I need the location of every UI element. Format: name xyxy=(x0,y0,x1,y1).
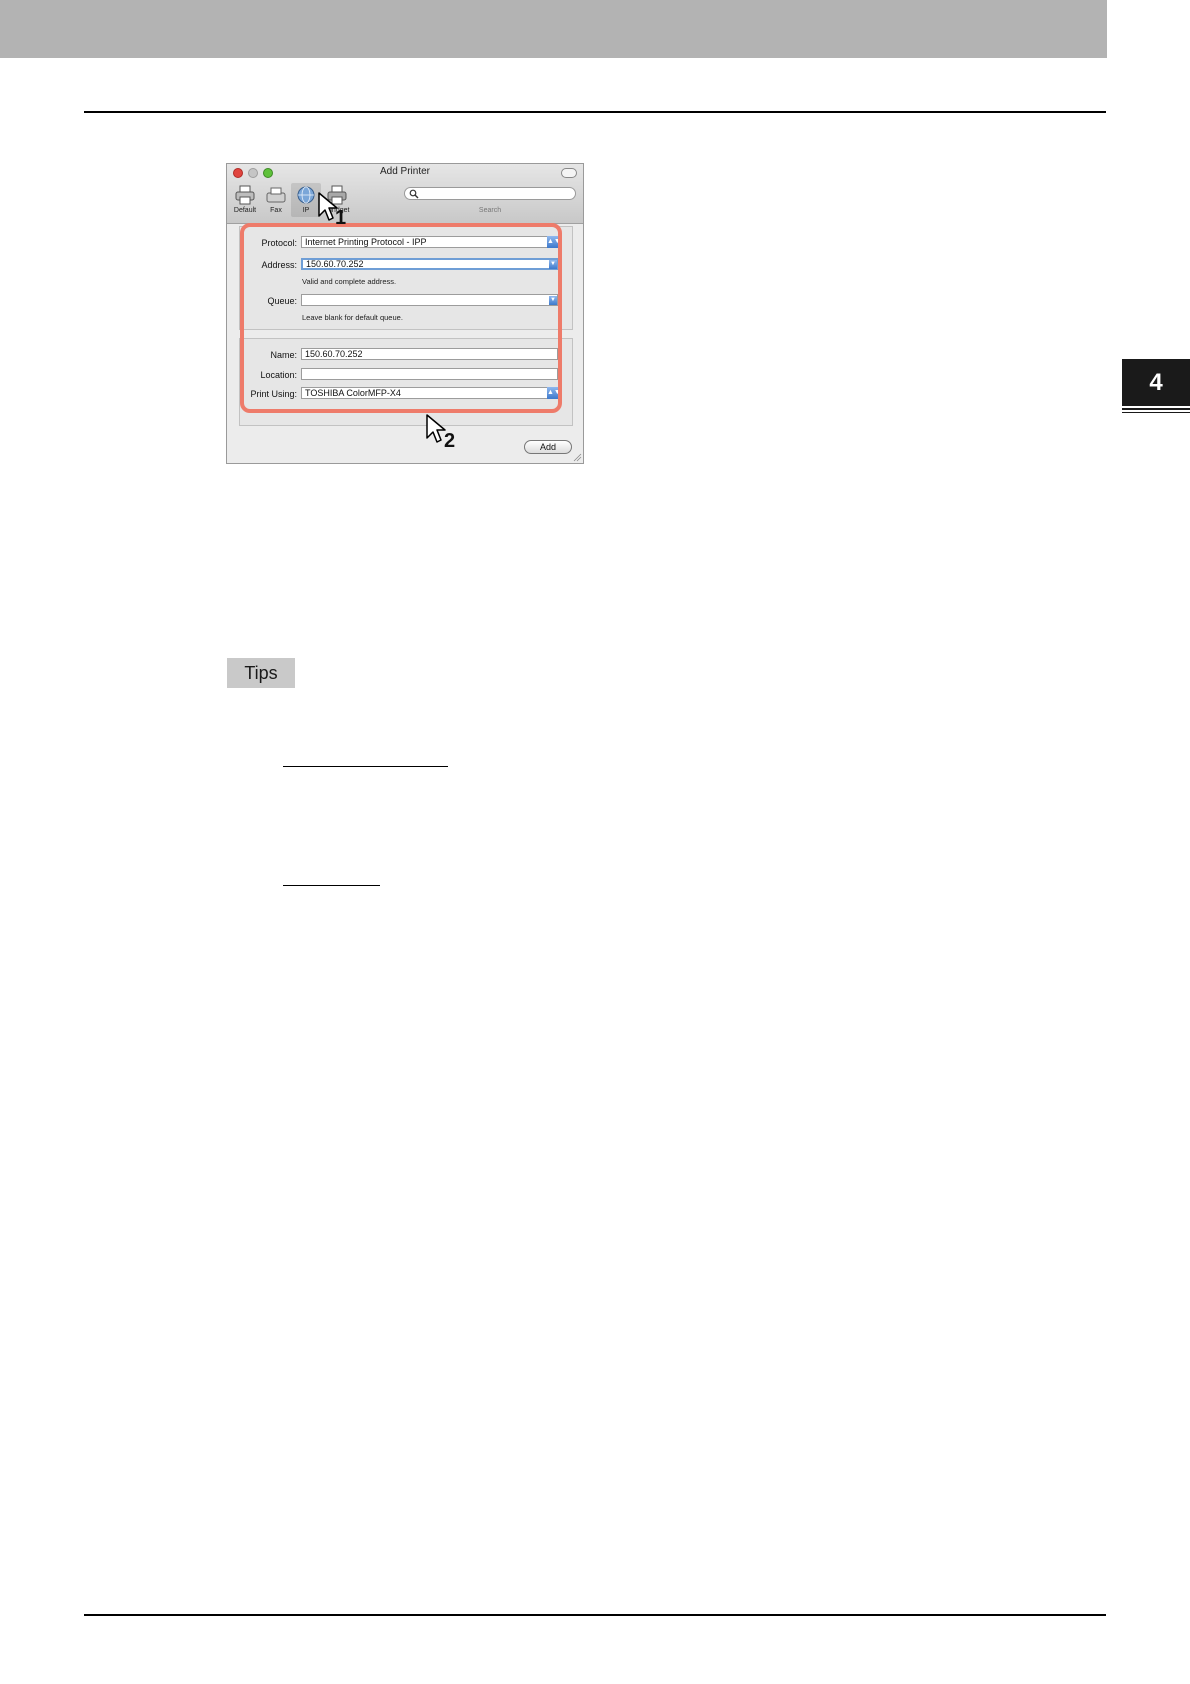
toolbar-toggle-button[interactable] xyxy=(561,168,577,178)
link-underline xyxy=(283,766,448,767)
window-title: Add Printer xyxy=(379,166,431,177)
toolbar-default[interactable]: Default xyxy=(230,183,260,217)
chapter-tab: 4 xyxy=(1122,359,1190,406)
chapter-tab-rule xyxy=(1122,408,1190,410)
search-caption: Search xyxy=(478,207,502,214)
chapter-number: 4 xyxy=(1149,368,1163,396)
toolbar-fax-label: Fax xyxy=(270,207,282,214)
footer-rule xyxy=(84,1614,1106,1616)
globe-icon xyxy=(297,186,315,204)
printer-icon xyxy=(235,185,255,205)
window-titlebar: Add Printer Default Fax IP ...indget Sea… xyxy=(227,164,583,224)
header-band xyxy=(0,0,1107,58)
link-underline xyxy=(283,885,380,886)
callout-highlight-frame xyxy=(240,223,562,413)
fax-icon xyxy=(266,187,286,203)
step-number: 2 xyxy=(444,430,456,452)
toolbar-default-label: Default xyxy=(233,207,257,214)
search-input[interactable] xyxy=(404,187,576,200)
step-number: 1 xyxy=(335,207,347,229)
chapter-tab-rule xyxy=(1122,412,1190,413)
search-icon xyxy=(409,189,419,199)
resize-grip-icon[interactable] xyxy=(572,452,582,462)
tips-badge: Tips xyxy=(227,658,295,688)
add-printer-window: Add Printer Default Fax IP ...indget Sea… xyxy=(226,163,584,464)
header-rule xyxy=(84,111,1106,113)
tips-label: Tips xyxy=(244,662,278,683)
add-button[interactable]: Add xyxy=(524,440,572,454)
toolbar-fax[interactable]: Fax xyxy=(261,183,291,217)
